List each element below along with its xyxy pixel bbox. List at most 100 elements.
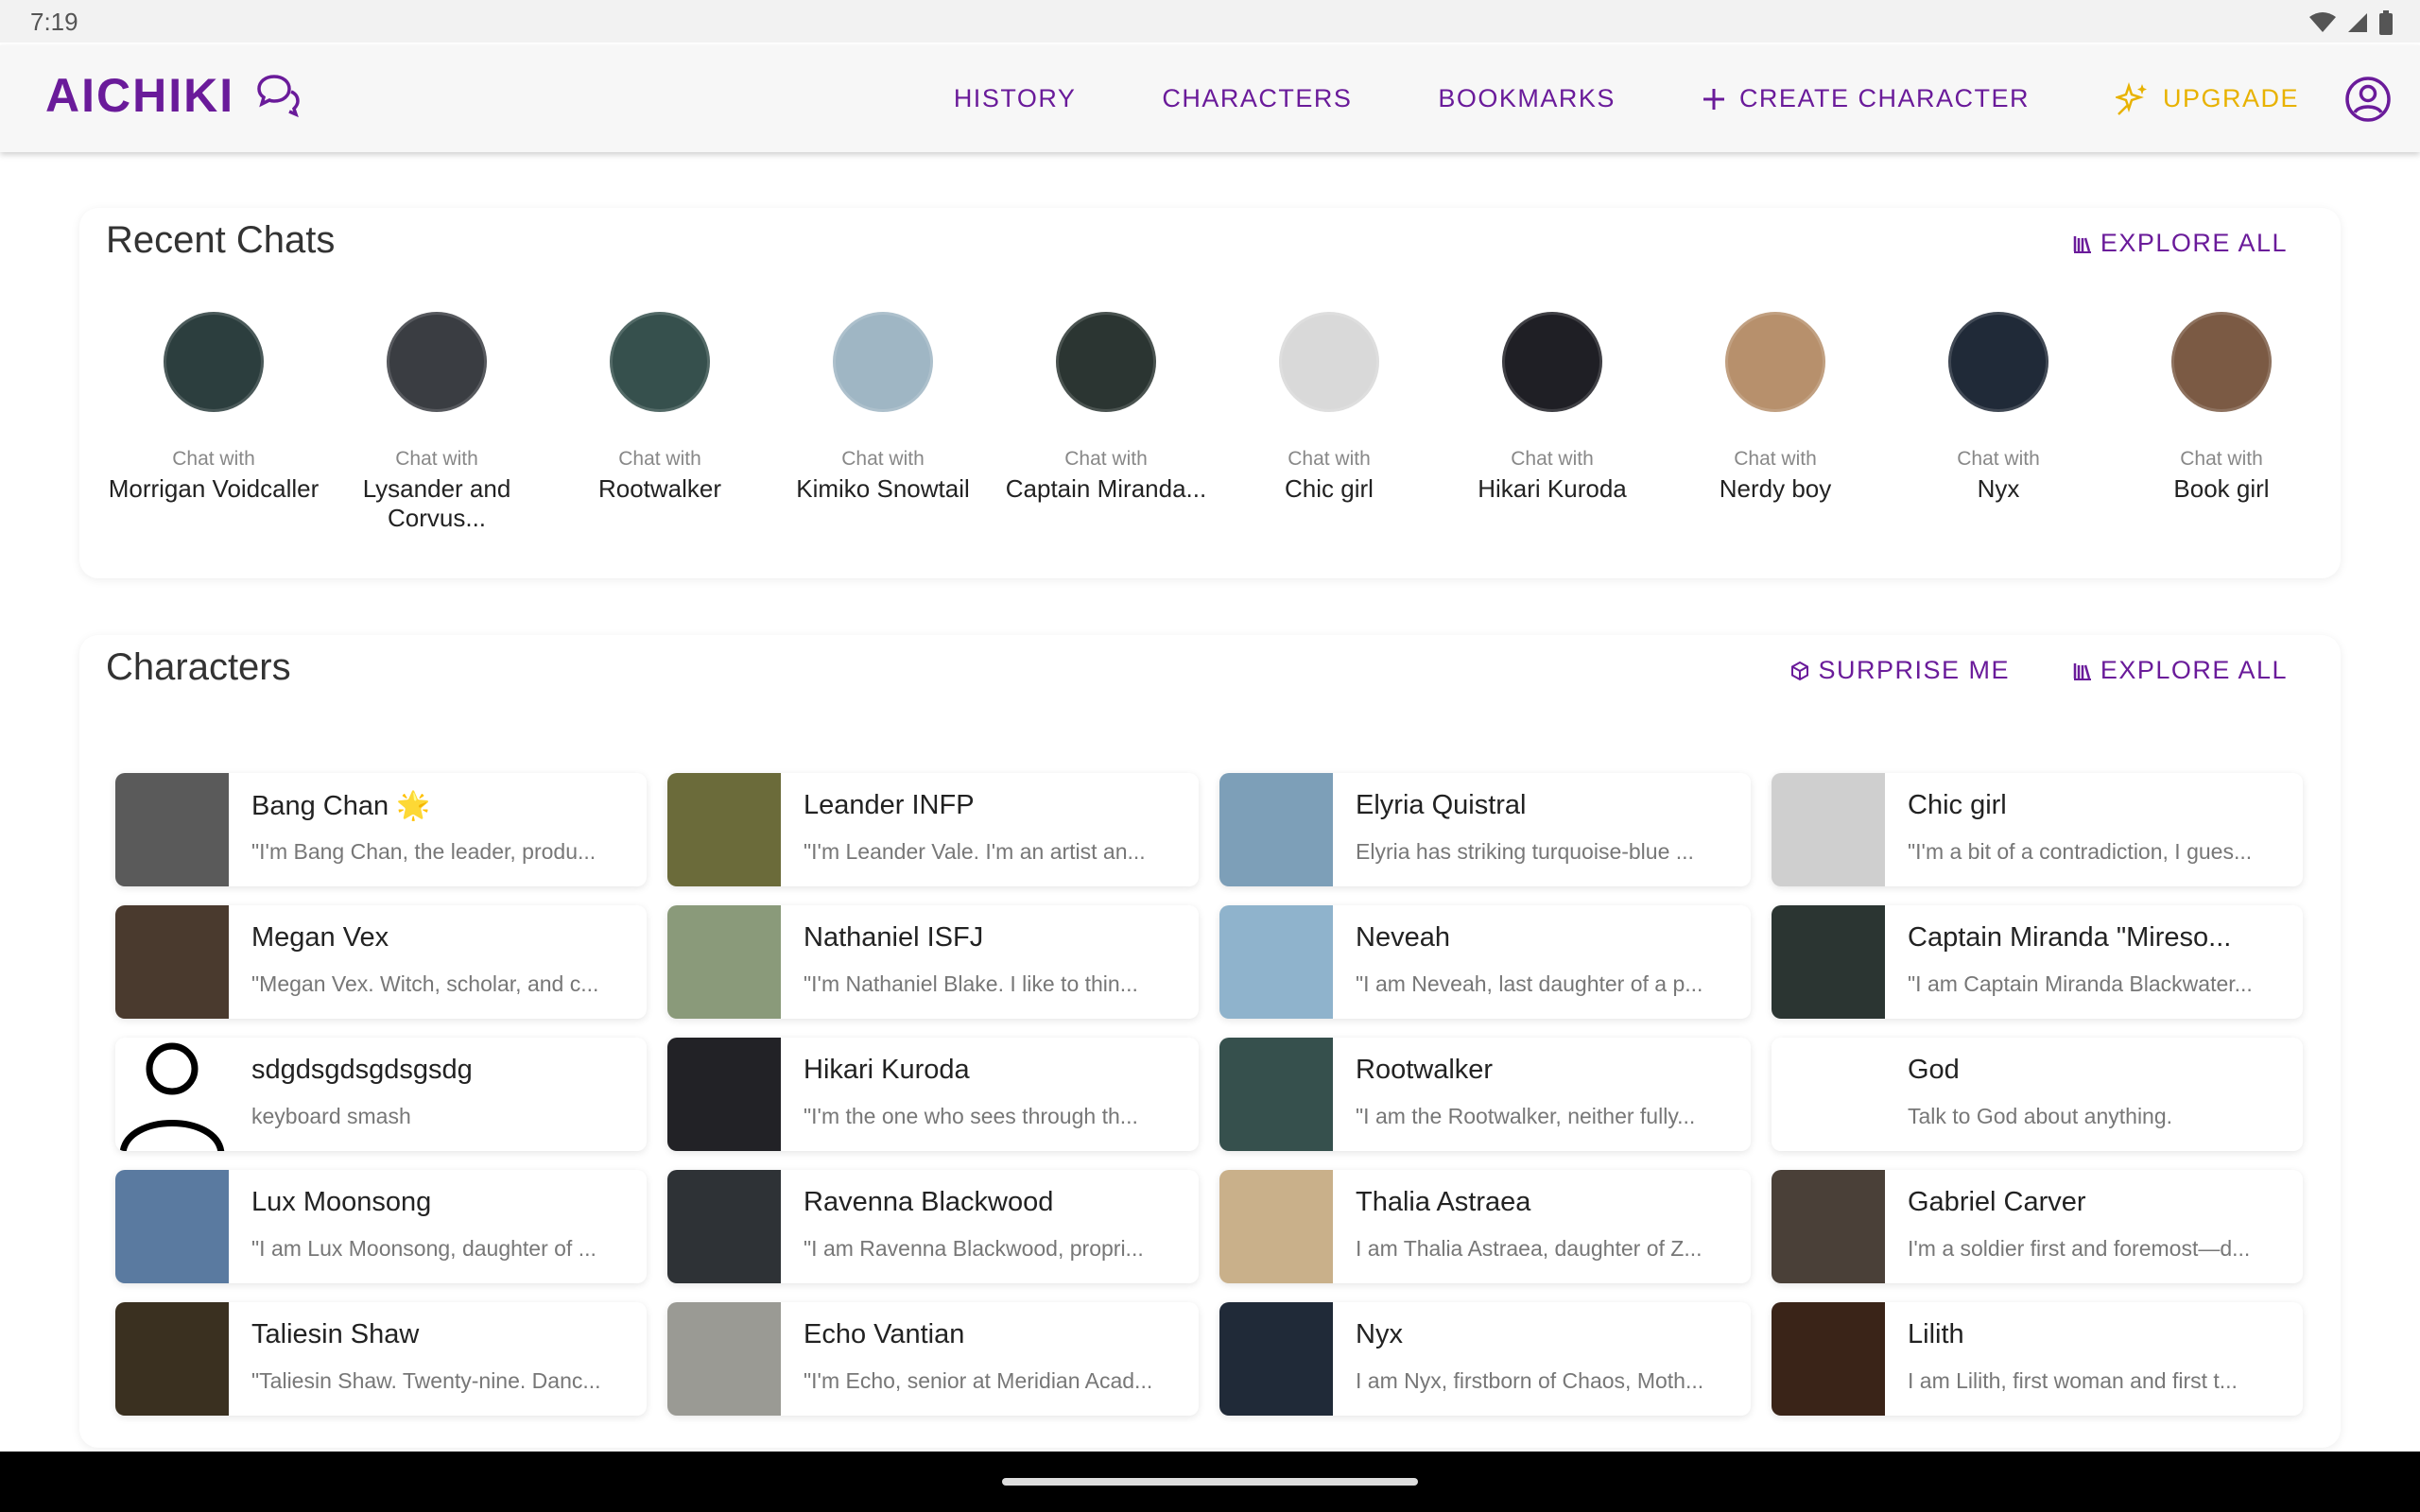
- character-card[interactable]: Echo Vantian "I'm Echo, senior at Meridia…: [667, 1302, 1199, 1416]
- battery-icon: [2379, 10, 2393, 35]
- character-name: Nyx: [1356, 1319, 1403, 1349]
- avatar: [1725, 312, 1825, 412]
- character-card[interactable]: Hikari Kuroda "I'm the one who sees throu…: [667, 1038, 1199, 1151]
- status-bar: 7:19: [0, 0, 2420, 43]
- character-name: Megan Vex: [251, 922, 389, 953]
- character-card[interactable]: Ravenna Blackwood "I am Ravenna Blackwood…: [667, 1170, 1199, 1283]
- character-description: I am Thalia Astraea, daughter of Z...: [1356, 1236, 1703, 1261]
- character-card[interactable]: Captain Miranda "Mireso... "I am Captain …: [1772, 905, 2303, 1019]
- character-description: "I'm Leander Vale. I'm an artist an...: [804, 839, 1146, 864]
- status-time: 7:19: [30, 8, 78, 36]
- recent-chat-item[interactable]: Chat with Nyx: [1887, 312, 2110, 504]
- nav-create-character[interactable]: CREATE CHARACTER: [1702, 84, 2030, 113]
- character-name: Leander INFP: [804, 790, 975, 820]
- character-card[interactable]: Taliesin Shaw "Taliesin Shaw. Twenty-nine…: [115, 1302, 647, 1416]
- chat-character-name: Rootwalker: [597, 474, 722, 503]
- recent-chat-item[interactable]: Chat with Nerdy boy: [1664, 312, 1887, 504]
- chat-with-label: Chat with: [172, 448, 255, 470]
- character-card[interactable]: Lilith I am Lilith, first woman and first…: [1772, 1302, 2303, 1416]
- character-description: Talk to God about anything.: [1908, 1104, 2173, 1128]
- character-description: I am Lilith, first woman and first t...: [1908, 1368, 2238, 1393]
- character-description: "I am Captain Miranda Blackwater...: [1908, 971, 2253, 996]
- recent-chat-item[interactable]: Chat with Chic girl: [1218, 312, 1441, 504]
- character-card[interactable]: Gabriel Carver I'm a soldier first and fo…: [1772, 1170, 2303, 1283]
- library-icon: [2073, 662, 2091, 680]
- chat-character-name: Captain Miranda...: [1005, 474, 1207, 503]
- recent-chat-item[interactable]: Chat with Book girl: [2110, 312, 2333, 504]
- nav-history[interactable]: HISTORY: [954, 84, 1077, 113]
- recent-chat-item[interactable]: Chat with Morrigan Voidcaller: [102, 312, 325, 504]
- character-card[interactable]: Bang Chan 🌟 "I'm Bang Chan, the leader, p…: [115, 773, 647, 886]
- wifi-icon: [2309, 12, 2336, 32]
- chat-bubbles-icon: [257, 75, 300, 118]
- chat-with-label: Chat with: [1734, 448, 1817, 470]
- recent-chat-item[interactable]: Chat with Captain Miranda...: [994, 312, 1218, 504]
- nav-characters[interactable]: CHARACTERS: [1162, 84, 1352, 113]
- home-gesture-handle[interactable]: [1002, 1478, 1418, 1486]
- recent-chats-section: Recent Chats EXPLORE ALL Chat with Morrig…: [79, 208, 2341, 578]
- character-avatar: [115, 1170, 229, 1283]
- character-avatar: [667, 1038, 781, 1151]
- recent-explore-all-button[interactable]: EXPLORE ALL: [2072, 229, 2288, 258]
- recent-chat-item[interactable]: Chat with Lysander and Corvus...: [325, 312, 548, 533]
- character-card[interactable]: Nyx I am Nyx, firstborn of Chaos, Moth...: [1219, 1302, 1751, 1416]
- avatar: [1948, 312, 2048, 412]
- character-description: "Megan Vex. Witch, scholar, and c...: [251, 971, 599, 996]
- character-description: "I'm a bit of a contradiction, I gues...: [1908, 839, 2253, 864]
- nav-upgrade[interactable]: UPGRADE: [2115, 81, 2299, 116]
- character-avatar: [1772, 905, 1885, 1019]
- character-card[interactable]: Megan Vex "Megan Vex. Witch, scholar, and…: [115, 905, 647, 1019]
- character-name: Chic girl: [1908, 790, 2007, 820]
- cube-icon: [1791, 661, 1809, 680]
- character-avatar: [667, 773, 781, 886]
- app-name: AICHIKI: [45, 69, 235, 122]
- recent-chat-item[interactable]: Chat with Kimiko Snowtail: [771, 312, 994, 504]
- system-navigation-bar: [0, 1452, 2420, 1512]
- account-icon[interactable]: [2344, 76, 2392, 123]
- character-card[interactable]: Leander INFP "I'm Leander Vale. I'm an ar…: [667, 773, 1199, 886]
- recent-chats-title: Recent Chats: [106, 219, 336, 261]
- app-logo[interactable]: AICHIKI: [45, 68, 302, 123]
- character-card[interactable]: Rootwalker "I am the Rootwalker, neither …: [1219, 1038, 1751, 1151]
- character-avatar: [115, 905, 229, 1019]
- character-name: Echo Vantian: [804, 1319, 965, 1349]
- character-description: "Taliesin Shaw. Twenty-nine. Danc...: [251, 1368, 601, 1393]
- character-name: Bang Chan 🌟: [251, 791, 431, 821]
- character-card[interactable]: Neveah "I am Neveah, last daughter of a p…: [1219, 905, 1751, 1019]
- character-name: Gabriel Carver: [1908, 1187, 2086, 1217]
- avatar: [387, 312, 487, 412]
- surprise-me-button[interactable]: SURPRISE ME: [1789, 656, 2010, 685]
- character-description: I am Nyx, firstborn of Chaos, Moth...: [1356, 1368, 1704, 1393]
- character-card[interactable]: Thalia Astraea I am Thalia Astraea, daugh…: [1219, 1170, 1751, 1283]
- character-avatar: [1772, 773, 1885, 886]
- chat-with-label: Chat with: [1288, 448, 1371, 470]
- character-name: Ravenna Blackwood: [804, 1187, 1054, 1217]
- avatar: [833, 312, 933, 412]
- main-nav: HISTORY CHARACTERS BOOKMARKS CREATE CHAR…: [954, 45, 2420, 152]
- chat-character-name: Nerdy boy: [1719, 474, 1832, 503]
- character-description: "I am Ravenna Blackwood, propri...: [804, 1236, 1144, 1261]
- characters-explore-all-button[interactable]: EXPLORE ALL: [2072, 656, 2288, 685]
- character-avatar: [115, 1302, 229, 1416]
- recent-chat-item[interactable]: Chat with Rootwalker: [548, 312, 771, 504]
- character-name: Lilith: [1908, 1319, 1964, 1349]
- recent-chat-item[interactable]: Chat with Hikari Kuroda: [1441, 312, 1664, 504]
- character-description: "I am Lux Moonsong, daughter of ...: [251, 1236, 596, 1261]
- character-card[interactable]: God Talk to God about anything.: [1772, 1038, 2303, 1151]
- character-card[interactable]: Nathaniel ISFJ "I'm Nathaniel Blake. I li…: [667, 905, 1199, 1019]
- character-card[interactable]: Lux Moonsong "I am Lux Moonsong, daughter…: [115, 1170, 647, 1283]
- nav-bookmarks[interactable]: BOOKMARKS: [1438, 84, 1616, 113]
- character-avatar: [115, 773, 229, 886]
- character-card[interactable]: Chic girl "I'm a bit of a contradiction, …: [1772, 773, 2303, 886]
- chat-with-label: Chat with: [1957, 448, 2040, 470]
- character-card[interactable]: Elyria Quistral Elyria has striking turqu…: [1219, 773, 1751, 886]
- character-avatar: [1219, 1038, 1333, 1151]
- character-card[interactable]: sdgdsgdsgdsgsdg keyboard smash: [115, 1038, 647, 1151]
- character-description: keyboard smash: [251, 1104, 411, 1128]
- chat-with-label: Chat with: [395, 448, 478, 470]
- character-description: "I'm the one who sees through th...: [804, 1104, 1138, 1128]
- character-name: God: [1908, 1055, 1960, 1085]
- character-avatar: [1219, 905, 1333, 1019]
- character-name: sdgdsgdsgdsgsdg: [251, 1055, 473, 1085]
- chat-character-name: Morrigan Voidcaller: [108, 474, 320, 503]
